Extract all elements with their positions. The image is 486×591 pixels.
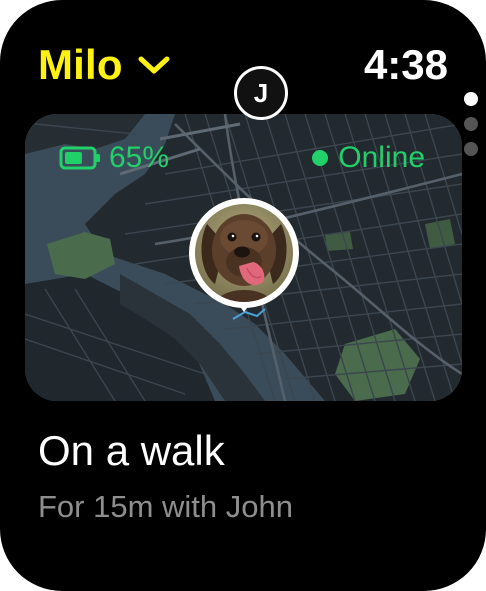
battery-status: 65% xyxy=(59,138,169,178)
page-dot-1 xyxy=(464,92,478,106)
pet-name: Milo xyxy=(38,41,123,88)
dog-photo xyxy=(195,204,293,302)
page-indicator xyxy=(464,92,480,167)
activity-title: On a walk xyxy=(38,427,225,474)
watch-screen: Milo 4:38 65% Online J On a walk For 15m… xyxy=(0,0,486,591)
battery-icon xyxy=(59,146,100,170)
pet-avatar xyxy=(195,204,293,302)
page-dot-2 xyxy=(464,117,478,131)
chevron-down-icon xyxy=(138,56,170,74)
map-card[interactable]: 65% Online xyxy=(25,114,462,401)
clock-time: 4:38 xyxy=(363,41,448,88)
battery-percent: 65% xyxy=(109,141,170,174)
walker-avatar-badge[interactable]: J xyxy=(234,66,288,120)
connection-status: Online xyxy=(312,138,425,178)
activity-subtitle: For 15m with John xyxy=(38,489,293,524)
online-dot-icon xyxy=(312,150,329,166)
pet-location-pin[interactable] xyxy=(189,198,299,318)
page-dot-3 xyxy=(464,142,478,156)
connection-status-label: Online xyxy=(338,141,425,174)
pet-selector-button[interactable]: Milo xyxy=(38,40,171,90)
